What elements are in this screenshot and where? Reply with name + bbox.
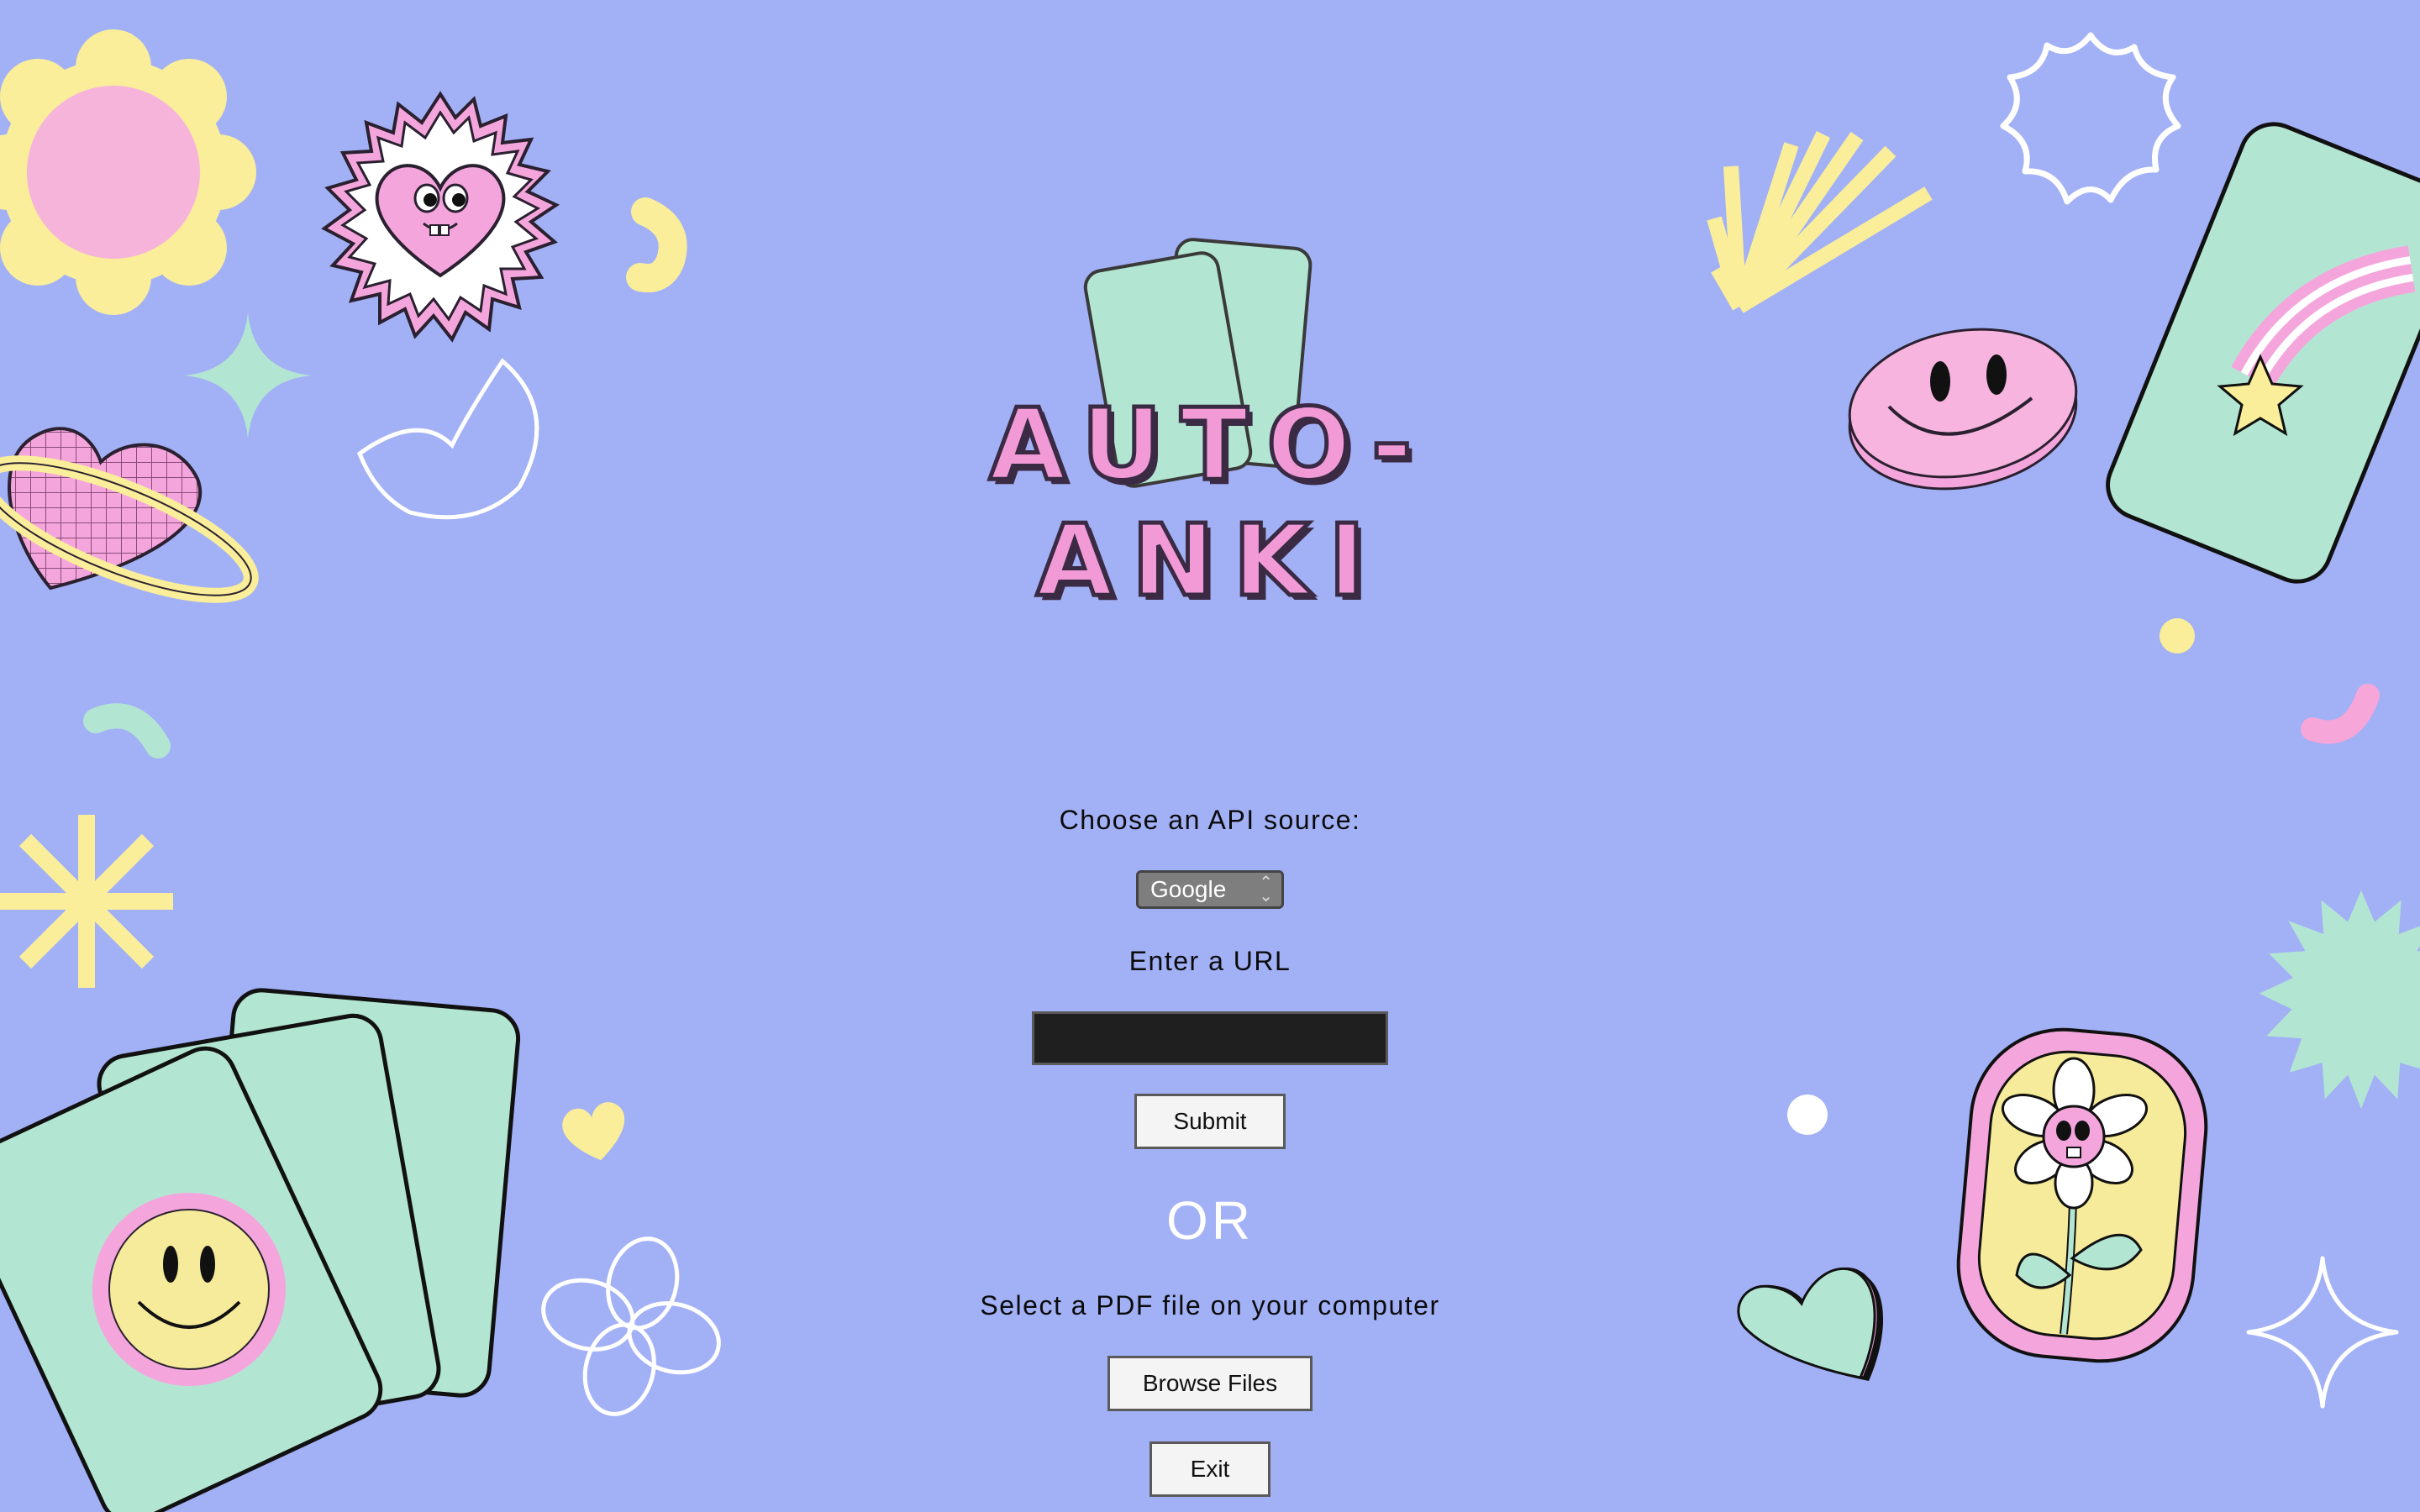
heart-face-badge-icon <box>318 91 563 343</box>
api-source-label: Choose an API source: <box>1059 805 1361 835</box>
mint-crescent-icon <box>83 696 176 763</box>
exit-button[interactable]: Exit <box>1150 1441 1270 1497</box>
api-source-select[interactable]: Google ⌃ ⌄ <box>1136 870 1284 909</box>
app-logo: AUTO-ANKI <box>857 218 1563 621</box>
logo-title: AUTO-ANKI <box>987 385 1431 621</box>
white-dot-icon <box>1786 1094 1828 1136</box>
submit-button[interactable]: Submit <box>1134 1094 1286 1149</box>
flower-sun-icon <box>0 29 256 315</box>
white-arc-outline-icon <box>351 353 561 521</box>
yellow-sunburst-icon <box>1707 126 1933 319</box>
pink-smiley-disc-icon <box>1845 323 2081 491</box>
yellow-heart-icon <box>560 1100 630 1164</box>
url-input[interactable] <box>1032 1011 1388 1065</box>
url-label: Enter a URL <box>1128 946 1292 976</box>
pink-crescent-icon <box>2301 677 2385 753</box>
api-source-value: Google <box>1150 876 1227 902</box>
mint-starburst-icon <box>2252 848 2420 1151</box>
planet-heart-icon <box>0 386 269 622</box>
pdf-label: Select a PDF file on your computer <box>980 1290 1440 1320</box>
white-sparkle-outline-icon <box>2245 1255 2400 1410</box>
browse-files-button[interactable]: Browse Files <box>1107 1356 1313 1411</box>
yellow-dot-icon <box>2160 618 2195 654</box>
white-clover-outline-icon <box>538 1233 724 1420</box>
or-divider-text: OR <box>1166 1190 1254 1251</box>
updown-chevron-icon: ⌃ ⌄ <box>1259 874 1273 906</box>
shooting-star-card-icon <box>2106 122 2420 596</box>
yellow-crescent-icon <box>626 193 687 292</box>
